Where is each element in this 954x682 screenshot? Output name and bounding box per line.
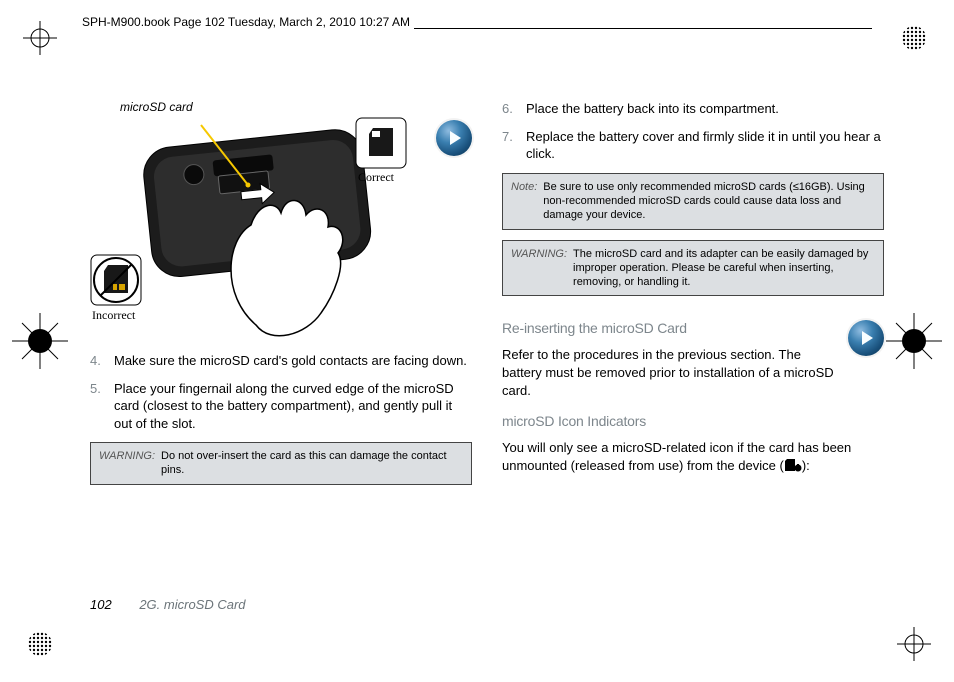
note-right-label: Note: — [511, 180, 537, 223]
reg-mark-left — [12, 313, 68, 369]
print-header-text: SPH-M900.book Page 102 Tuesday, March 2,… — [82, 15, 414, 29]
warning-right: WARNING: The microSD card and its adapte… — [502, 240, 884, 297]
play-button-left[interactable] — [436, 120, 472, 156]
sd-unmounted-icon — [784, 457, 802, 475]
step-6-text: Place the battery back into its compartm… — [526, 101, 779, 116]
reinsert-body: Refer to the procedures in the previous … — [502, 346, 836, 399]
illus-correct-label: Correct — [358, 170, 394, 185]
step-4-num: 4. — [90, 352, 101, 370]
microsd-illustration: microSD card Correct Incorrect — [90, 100, 472, 340]
reg-mark-bottom-right — [894, 624, 934, 664]
step-6-num: 6. — [502, 100, 513, 118]
reg-mark-top-left — [20, 18, 60, 58]
step-7-text: Replace the battery cover and firmly sli… — [526, 129, 881, 162]
step-5-num: 5. — [90, 380, 101, 398]
play-icon — [436, 120, 472, 156]
section-title: 2G. microSD Card — [139, 597, 245, 612]
warning-left: WARNING: Do not over-insert the card as … — [90, 442, 472, 485]
step-5-text: Place your fingernail along the curved e… — [114, 381, 454, 431]
footer: 102 2G. microSD Card — [90, 597, 246, 612]
play-button-right[interactable] — [848, 320, 884, 356]
indicators-body-post: ): — [802, 458, 810, 473]
page-number: 102 — [90, 597, 112, 612]
warning-left-text: Do not over-insert the card as this can … — [161, 449, 463, 478]
print-header: SPH-M900.book Page 102 Tuesday, March 2,… — [82, 28, 872, 43]
steps-right: 6. Place the battery back into its compa… — [502, 100, 884, 163]
step-5: 5. Place your fingernail along the curve… — [90, 380, 472, 433]
warning-right-label: WARNING: — [511, 247, 567, 290]
reinsert-heading: Re-inserting the microSD Card — [502, 320, 836, 336]
indicators-body: You will only see a microSD-related icon… — [502, 439, 884, 475]
page-body: microSD card Correct Incorrect 4. Make s… — [90, 100, 884, 622]
step-7: 7. Replace the battery cover and firmly … — [502, 128, 884, 163]
illus-microsd-label: microSD card — [120, 100, 193, 114]
reg-mark-right — [886, 313, 942, 369]
step-7-num: 7. — [502, 128, 513, 146]
right-column: 6. Place the battery back into its compa… — [502, 100, 884, 622]
illus-incorrect-label: Incorrect — [92, 308, 135, 323]
warning-right-text: The microSD card and its adapter can be … — [573, 247, 875, 290]
steps-left: 4. Make sure the microSD card's gold con… — [90, 352, 472, 432]
step-6: 6. Place the battery back into its compa… — [502, 100, 884, 118]
left-column: microSD card Correct Incorrect 4. Make s… — [90, 100, 472, 622]
play-icon — [848, 320, 884, 356]
note-right: Note: Be sure to use only recommended mi… — [502, 173, 884, 230]
reg-mark-bottom-left — [20, 624, 60, 664]
note-right-text: Be sure to use only recommended microSD … — [543, 180, 875, 223]
step-4-text: Make sure the microSD card's gold contac… — [114, 353, 467, 368]
indicators-heading: microSD Icon Indicators — [502, 413, 884, 429]
warning-left-label: WARNING: — [99, 449, 155, 478]
step-4: 4. Make sure the microSD card's gold con… — [90, 352, 472, 370]
reg-mark-top-right — [894, 18, 934, 58]
